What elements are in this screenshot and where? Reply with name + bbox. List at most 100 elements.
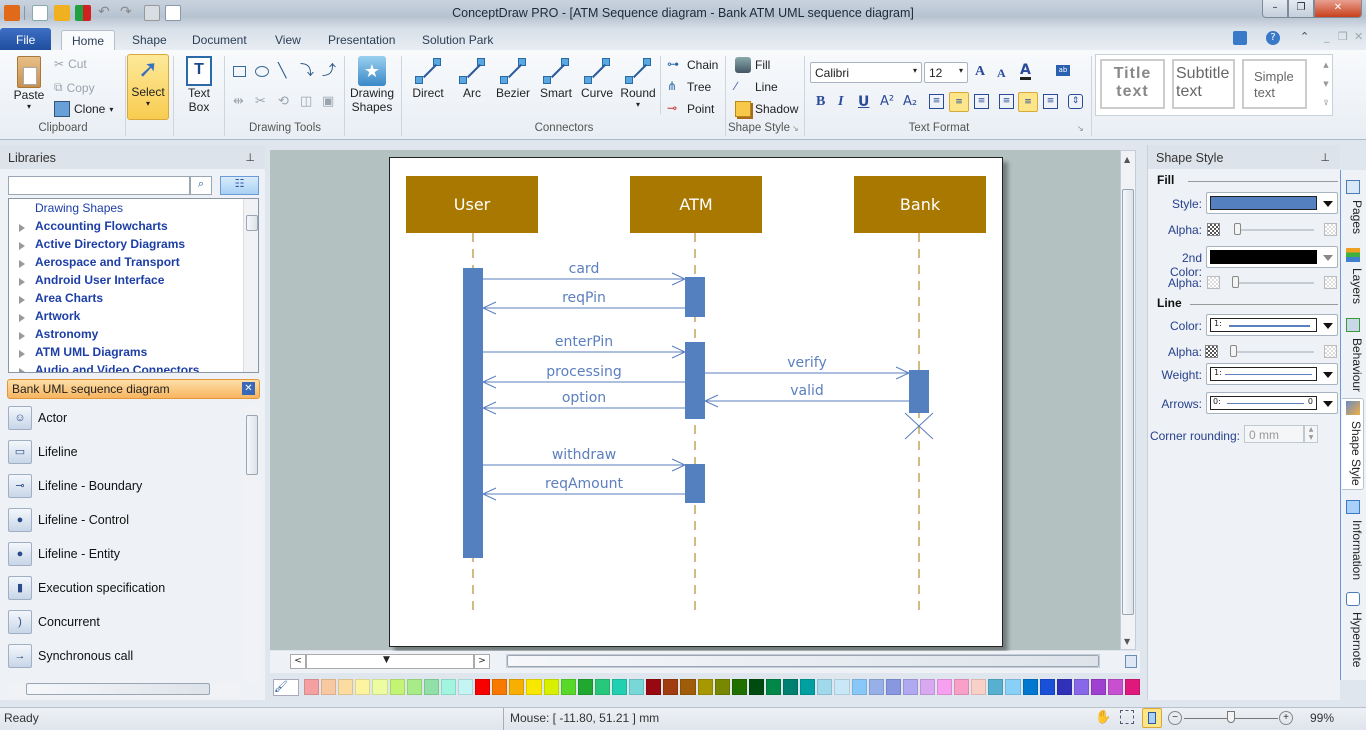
color-swatch[interactable] [1073, 679, 1090, 695]
search-icon[interactable]: ⌕ [190, 176, 212, 195]
scrollbar-thumb[interactable] [507, 655, 1099, 667]
library-shape-item[interactable]: ⊸ Lifeline - Boundary [8, 473, 142, 499]
text-box-button[interactable]: T Text Box [180, 56, 218, 114]
union-tool-icon[interactable]: ▣ [322, 94, 334, 109]
color-swatch[interactable] [389, 679, 405, 695]
color-swatch[interactable] [680, 679, 696, 695]
color-swatch[interactable] [440, 679, 456, 695]
color-swatch[interactable] [629, 679, 645, 695]
expand-icon[interactable] [19, 242, 25, 250]
fill-style-select[interactable] [1206, 192, 1338, 214]
color-swatch[interactable] [338, 679, 354, 695]
library-shape-item[interactable]: ) Concurrent [8, 609, 100, 635]
expand-icon[interactable] [19, 350, 25, 358]
dialog-launcher-icon[interactable]: ↘ [1077, 124, 1084, 133]
library-tree-scrollbar[interactable] [243, 199, 258, 372]
message-label[interactable]: option [562, 390, 606, 406]
copy-button[interactable]: ⧉ Copy [54, 80, 95, 95]
zoom-out-button[interactable]: − [1168, 711, 1182, 725]
color-swatch[interactable] [817, 679, 833, 695]
color-swatch[interactable] [783, 679, 799, 695]
color-swatch[interactable] [526, 679, 542, 695]
library-shape-item[interactable]: ▭ Lifeline [8, 439, 78, 465]
scrollbar-thumb[interactable] [1122, 189, 1134, 615]
shape-list-scrollbar[interactable] [244, 403, 260, 683]
rectangle-tool-icon[interactable] [233, 66, 246, 77]
color-swatch[interactable] [646, 679, 662, 695]
color-swatch[interactable] [560, 679, 576, 695]
simple-text-preset[interactable]: Simple text [1242, 59, 1307, 109]
trim-tool-icon[interactable]: ⟲ [278, 94, 289, 109]
restore-button[interactable]: ❐ [1288, 0, 1314, 18]
sequence-diagram[interactable]: User ATM Bank card reqPin enterPin processing o… [390, 158, 1004, 648]
underline-button[interactable]: U [858, 94, 869, 110]
corner-rounding-stepper[interactable]: ▲ ▼ [1304, 425, 1318, 443]
side-tab-behaviour[interactable]: Behaviour [1342, 316, 1364, 392]
tab-document[interactable]: Document [182, 30, 257, 50]
zoom-area-icon[interactable] [1120, 710, 1134, 724]
side-tab-layers[interactable]: Layers [1342, 246, 1364, 316]
tab-solution-park[interactable]: Solution Park [412, 30, 503, 50]
expand-icon[interactable] [19, 260, 25, 268]
line-alpha-slider-thumb[interactable] [1230, 345, 1237, 357]
close-button[interactable]: ✕ [1314, 0, 1362, 18]
activation-bank[interactable] [909, 370, 929, 413]
color-swatch[interactable] [800, 679, 816, 695]
close-library-icon[interactable]: ✕ [242, 382, 255, 395]
library-item[interactable]: Astronomy [35, 327, 98, 341]
library-item[interactable]: ATM UML Diagrams [35, 345, 147, 359]
color-swatch[interactable] [423, 679, 439, 695]
activation-atm-1[interactable] [685, 277, 705, 317]
tab-presentation[interactable]: Presentation [318, 30, 405, 50]
corner-rounding-input[interactable]: 0 mm [1244, 425, 1304, 443]
color-swatch[interactable] [748, 679, 764, 695]
side-tab-pages[interactable]: Pages [1342, 178, 1364, 248]
activation-user[interactable] [463, 268, 483, 558]
expand-icon[interactable] [19, 224, 25, 232]
library-item[interactable]: Aerospace and Transport [35, 255, 180, 269]
color-swatch[interactable] [971, 679, 987, 695]
lifeline-label[interactable]: User [454, 195, 491, 214]
tab-file[interactable]: File [0, 28, 52, 50]
color-swatch[interactable] [851, 679, 867, 695]
subscript-button[interactable]: A₂ [903, 94, 917, 109]
expand-icon[interactable] [19, 332, 25, 340]
library-item[interactable]: Accounting Flowcharts [35, 219, 168, 233]
zoom-in-button[interactable]: + [1279, 711, 1293, 725]
scroll-up-icon[interactable]: ▲ [1124, 155, 1130, 164]
canvas-hscrollbar[interactable] [506, 654, 1100, 668]
library-item[interactable]: Android User Interface [35, 273, 164, 287]
tab-shape[interactable]: Shape [122, 30, 177, 50]
connector-curve-button[interactable]: Curve [576, 56, 618, 100]
color-swatch[interactable] [577, 679, 593, 695]
color-swatch[interactable] [988, 679, 1004, 695]
color-swatch[interactable] [1091, 679, 1107, 695]
fill-button[interactable]: Fill [735, 57, 770, 73]
clone-button[interactable]: Clone ▾ [54, 101, 113, 117]
drawing-shapes-button[interactable]: ★ Drawing Shapes [348, 56, 396, 114]
pan-tool-icon[interactable]: ✋ [1095, 709, 1111, 725]
color-swatch[interactable] [919, 679, 936, 695]
page-select[interactable]: ▼ [306, 654, 474, 669]
help-icon[interactable]: ? [1266, 31, 1280, 45]
color-swatch[interactable] [834, 679, 850, 695]
ellipse-tool-icon[interactable] [255, 66, 269, 77]
tree-view-toggle-icon[interactable]: ☷ [220, 176, 259, 195]
line-tool-icon[interactable]: ╲ [278, 64, 294, 78]
line-alpha-slider[interactable] [1232, 351, 1314, 353]
color-swatch[interactable] [1022, 679, 1038, 695]
message-label[interactable]: withdraw [552, 447, 616, 463]
fill-alpha-slider[interactable] [1234, 229, 1314, 231]
bold-button[interactable]: B [816, 94, 825, 110]
color-swatch[interactable] [885, 679, 901, 695]
color-swatch[interactable] [937, 679, 953, 695]
message-label[interactable]: reqPin [562, 290, 606, 306]
lifeline-label[interactable]: ATM [679, 195, 712, 214]
color-swatch[interactable] [611, 679, 628, 695]
palette-menu-icon[interactable]: 🖌 [273, 679, 299, 696]
arrows-select[interactable]: 0: 0 [1206, 392, 1338, 414]
line-weight-select[interactable]: 1: [1206, 363, 1338, 385]
gallery-scroll[interactable]: ▲ ▼ ⊽ [1320, 56, 1332, 114]
expand-icon[interactable] [19, 296, 25, 304]
dialog-launcher-icon[interactable]: ↘ [792, 124, 799, 133]
